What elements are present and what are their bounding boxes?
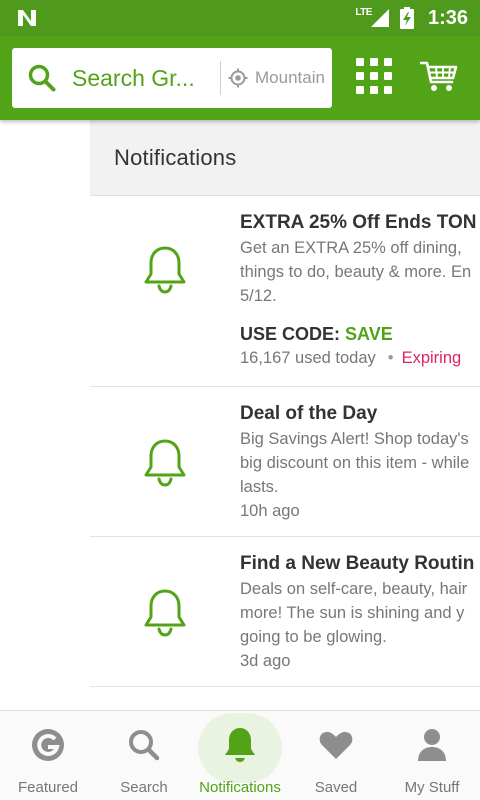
panel-header: Notifications: [90, 120, 480, 196]
used-count: 16,167 used today: [240, 349, 376, 367]
notification-item[interactable]: EXTRA 25% Off Ends TON Get an EXTRA 25% …: [90, 196, 480, 387]
groupon-g-icon: [31, 727, 65, 763]
notification-title: Find a New Beauty Routin: [240, 553, 475, 574]
bottom-navigation: Featured Search Notifications Saved My S…: [0, 710, 480, 800]
notification-body: Big Savings Alert! Shop today's big disc…: [240, 430, 470, 496]
notification-content: EXTRA 25% Off Ends TON Get an EXTRA 25% …: [240, 210, 480, 370]
tab-label: Search: [120, 779, 168, 796]
android-n-icon: [18, 10, 36, 26]
categories-grid-icon[interactable]: [356, 58, 392, 94]
expiring-badge: Expiring: [401, 349, 462, 367]
network-type: LTE: [355, 6, 372, 18]
search-bar[interactable]: Search Gr... Mountain: [12, 48, 332, 108]
status-bar: LTE 1:36: [0, 0, 480, 36]
screen: LTE 1:36 Search Gr... Mountain Notificat…: [0, 0, 480, 800]
search-icon: [12, 48, 72, 108]
tab-search[interactable]: Search: [96, 711, 192, 800]
location-field[interactable]: Mountain: [255, 68, 331, 88]
heart-icon: [319, 727, 353, 763]
promo-code-line: USE CODE: SAVE: [240, 322, 480, 346]
page-title: Notifications: [114, 144, 237, 170]
notification-time: 3d ago: [240, 652, 291, 670]
clock: 1:36: [427, 6, 468, 29]
tab-featured[interactable]: Featured: [0, 711, 96, 800]
left-margin: [0, 120, 90, 710]
tab-label: My Stuff: [404, 779, 460, 796]
tab-my-stuff[interactable]: My Stuff: [384, 711, 480, 800]
notification-item[interactable]: Find a New Beauty Routin Deals on self-c…: [90, 537, 480, 687]
cart-icon[interactable]: [420, 60, 458, 94]
notification-body: Get an EXTRA 25% off dining, things to d…: [240, 239, 472, 305]
search-icon: [128, 727, 160, 763]
bell-icon: [144, 246, 186, 294]
separator-dot: •: [387, 349, 394, 367]
notification-content: Deal of the Day Big Savings Alert! Shop …: [240, 401, 480, 523]
notification-content: Find a New Beauty Routin Deals on self-c…: [240, 551, 480, 673]
tab-label: Notifications: [199, 779, 281, 796]
search-input[interactable]: Search Gr...: [72, 65, 212, 92]
notifications-panel: Notifications EXTRA 25% Off Ends TON Get…: [90, 120, 480, 710]
app-header: Search Gr... Mountain: [0, 36, 480, 120]
notification-time: 10h ago: [240, 502, 300, 520]
bell-icon: [144, 439, 186, 487]
bell-icon: [223, 727, 257, 763]
bell-icon: [144, 589, 186, 637]
promo-code: SAVE: [345, 324, 393, 344]
notification-meta: 16,167 used today • Expiring: [240, 346, 480, 370]
notification-item[interactable]: Deal of the Day Big Savings Alert! Shop …: [90, 387, 480, 537]
signal-icon: [370, 9, 389, 27]
location-icon: [221, 68, 255, 88]
notification-title: Deal of the Day: [240, 403, 378, 424]
notification-title: EXTRA 25% Off Ends TON: [240, 212, 477, 233]
tab-label: Featured: [17, 779, 79, 796]
tab-label: Saved: [314, 779, 358, 796]
battery-charging-icon: [399, 7, 414, 29]
tab-notifications[interactable]: Notifications: [192, 711, 288, 800]
notification-body: Deals on self-care, beauty, hair more! T…: [240, 580, 468, 646]
tab-saved[interactable]: Saved: [288, 711, 384, 800]
code-label: USE CODE:: [240, 324, 341, 344]
person-icon: [417, 727, 447, 763]
